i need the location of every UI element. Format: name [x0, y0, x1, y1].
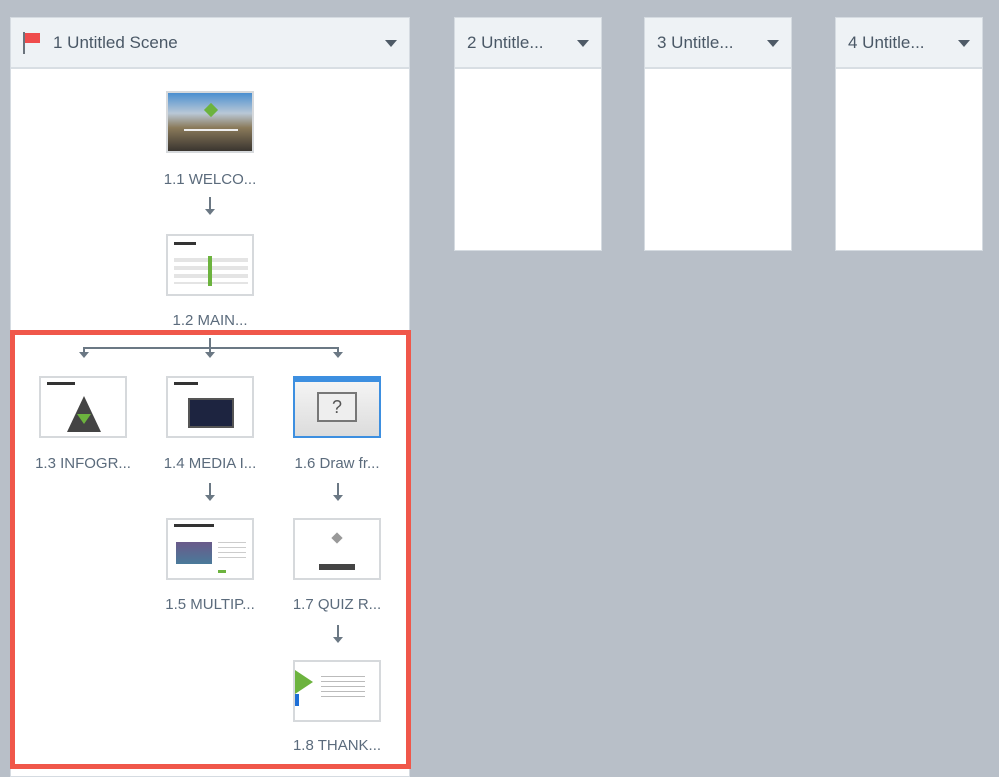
flag-icon: [23, 31, 41, 54]
chevron-down-icon[interactable]: [767, 40, 779, 47]
slide-label[interactable]: 1.3 INFOGR...: [18, 455, 148, 472]
branch-connector: [83, 347, 339, 349]
question-icon: ?: [317, 392, 357, 422]
slide-thumbnail-1-6[interactable]: ?: [293, 376, 381, 438]
arrow-icon: [333, 625, 343, 643]
scene-title: 2 Untitle...: [467, 32, 544, 52]
scene-title: 1 Untitled Scene: [53, 32, 178, 52]
scene-4-header[interactable]: 4 Untitle...: [836, 18, 982, 69]
chevron-down-icon[interactable]: [385, 40, 397, 47]
chevron-down-icon[interactable]: [577, 40, 589, 47]
slide-thumbnail-1-3[interactable]: [39, 376, 127, 438]
slide-label[interactable]: 1.2 MAIN...: [145, 312, 275, 329]
slide-label[interactable]: 1.1 WELCO...: [145, 171, 275, 188]
scene-title: 3 Untitle...: [657, 32, 734, 52]
slide-thumbnail-1-7[interactable]: [293, 518, 381, 580]
scene-2-panel[interactable]: 2 Untitle...: [454, 17, 602, 251]
chevron-down-icon[interactable]: [958, 40, 970, 47]
slide-thumbnail-1-5[interactable]: [166, 518, 254, 580]
slide-label[interactable]: 1.7 QUIZ R...: [272, 596, 402, 613]
arrow-icon: [79, 347, 89, 358]
scene-3-header[interactable]: 3 Untitle...: [645, 18, 791, 69]
scene-3-panel[interactable]: 3 Untitle...: [644, 17, 792, 251]
scene-1-header[interactable]: 1 Untitled Scene: [11, 18, 409, 69]
slide-thumbnail-1-8[interactable]: [293, 660, 381, 722]
arrow-icon: [333, 483, 343, 501]
slide-label[interactable]: 1.5 MULTIP...: [145, 596, 275, 613]
scene-4-panel[interactable]: 4 Untitle...: [835, 17, 983, 251]
arrow-icon: [205, 338, 215, 358]
arrow-icon: [205, 197, 215, 215]
slide-label[interactable]: 1.4 MEDIA I...: [145, 455, 275, 472]
arrow-icon: [333, 347, 343, 358]
slide-label[interactable]: 1.8 THANK...: [272, 737, 402, 754]
slide-thumbnail-1-1[interactable]: [166, 91, 254, 153]
scene-2-header[interactable]: 2 Untitle...: [455, 18, 601, 69]
scene-title: 4 Untitle...: [848, 32, 925, 52]
slide-thumbnail-1-2[interactable]: [166, 234, 254, 296]
arrow-icon: [205, 483, 215, 501]
slide-label[interactable]: 1.6 Draw fr...: [272, 455, 402, 472]
slide-thumbnail-1-4[interactable]: [166, 376, 254, 438]
